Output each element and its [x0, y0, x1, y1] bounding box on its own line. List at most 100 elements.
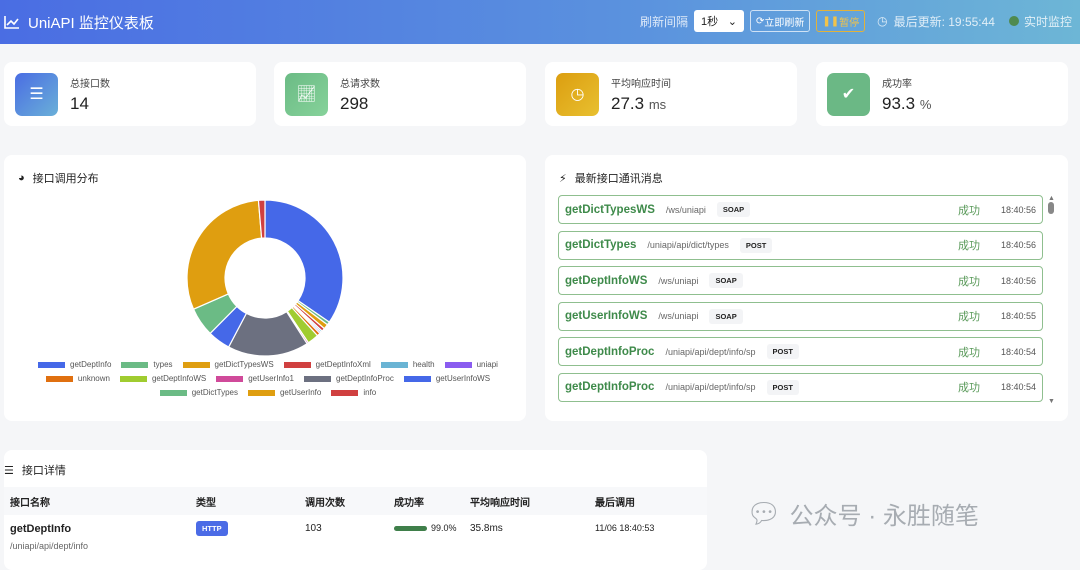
refresh-interval-label: 刷新间隔 [639, 14, 688, 29]
legend-label: getDeptInfo [70, 360, 112, 369]
stat-card-success-rate: ✔ 成功率 93.3 % [816, 62, 1068, 126]
panel-title: 接口详情 [21, 465, 66, 477]
slice-getUserInfo[interactable] [186, 199, 263, 310]
message-api-name: getDictTypes [565, 239, 637, 251]
col-header[interactable]: 调用次数 [299, 487, 388, 515]
message-api-name: getUserInfoWS [565, 310, 648, 322]
message-item[interactable]: getDeptInfoProc/uniapi/api/dept/info/sp P… [558, 372, 1043, 402]
scrollbar[interactable]: ▲ ▼ [1048, 195, 1055, 405]
stat-label: 总请求数 [340, 78, 380, 90]
legend-swatch [331, 389, 359, 396]
stat-unit: % [919, 96, 932, 112]
legend-label: getUserInfo [279, 388, 322, 397]
message-status: 成功 [958, 275, 980, 288]
legend-item[interactable]: getDeptInfoWS [119, 374, 206, 383]
legend-label: health [412, 360, 435, 369]
chart-line-icon: 📈︎ [285, 72, 328, 116]
legend-item[interactable]: types [121, 360, 173, 369]
legend-item[interactable]: getDeptInfoProc [304, 374, 394, 383]
legend-swatch [304, 375, 332, 382]
legend-swatch [119, 375, 147, 382]
stat-label: 平均响应时间 [611, 78, 671, 90]
header: UniAPI 监控仪表板 刷新间隔 1秒 ⌄ ⟳ 立即刷新 ❚❚ 暂停 ◷ 最后更新:… [0, 0, 1080, 44]
legend-item[interactable]: getDeptInfo [38, 360, 111, 369]
message-time: 18:40:56 [1000, 240, 1036, 250]
legend-swatch [182, 361, 210, 368]
legend-label: getDictTypesWS [214, 360, 274, 369]
clock-icon: ◷ [556, 72, 599, 116]
refresh-now-label: 立即刷新 [764, 17, 805, 29]
panel-title: 最新接口通讯消息 [574, 173, 663, 185]
message-api-name: getDeptInfoProc [565, 345, 655, 358]
legend-label: getUserInfoWS [435, 374, 491, 383]
method-badge: SOAP [716, 202, 751, 217]
legend-label: getDictTypes [191, 388, 238, 397]
legend-swatch [38, 361, 66, 368]
pause-icon: ❚❚ [822, 15, 840, 27]
legend-item[interactable]: uniapi [444, 360, 498, 369]
legend-item[interactable]: getDictTypesWS [182, 360, 274, 369]
server-icon: ☰ [15, 72, 58, 116]
legend-item[interactable]: getDictTypes [159, 388, 238, 397]
message-path: /ws/uniapi [665, 204, 706, 215]
message-status: 成功 [958, 204, 980, 217]
legend-item[interactable]: getUserInfoWS [403, 374, 491, 383]
api-path: /uniapi/api/dept/info [10, 541, 89, 551]
message-status: 成功 [958, 346, 980, 359]
refresh-interval-select[interactable]: 1秒 ⌄ [693, 10, 744, 32]
col-header[interactable]: 类型 [190, 487, 299, 515]
message-item[interactable]: getDictTypesWS/ws/uniapi SOAP 成功 18:40:56 [558, 195, 1043, 224]
message-time: 18:40:54 [1000, 346, 1036, 357]
legend-item[interactable]: unknown [45, 374, 110, 383]
details-panel: ☰ 接口详情 接口名称 类型 调用次数 成功率 平均响应时间 最后调用 getDe… [4, 450, 707, 570]
legend-item[interactable]: health [380, 360, 435, 369]
stat-value: 14 [70, 93, 89, 113]
message-item[interactable]: getDeptInfoProc/uniapi/api/dept/info/sp P… [558, 337, 1043, 366]
message-item[interactable]: getUserInfoWS/ws/uniapi SOAP 成功 18:40:55 [558, 301, 1043, 331]
pause-button[interactable]: ❚❚ 暂停 [816, 10, 866, 32]
chevron-down-icon: ⌄ [727, 15, 737, 28]
legend-swatch [380, 361, 408, 368]
pie-chart-icon: ◕ [18, 172, 25, 184]
status-dot-icon [1008, 15, 1019, 26]
method-badge: POST [739, 237, 773, 253]
legend-label: info [363, 388, 377, 397]
col-header[interactable]: 最后调用 [589, 487, 707, 515]
message-api-name: getDeptInfoWS [565, 274, 648, 287]
list-icon: ☰ [4, 464, 14, 477]
stat-value: 93.3 [882, 93, 916, 113]
slice-getDeptInfo[interactable] [264, 199, 344, 323]
wechat-icon: 💬︎ [746, 498, 782, 529]
message-time: 18:40:56 [1000, 275, 1036, 286]
refresh-icon: ⟳ [755, 15, 765, 27]
method-badge: SOAP [709, 308, 743, 324]
legend-label: uniapi [476, 360, 498, 369]
message-item[interactable]: getDeptInfoWS/ws/uniapi SOAP 成功 18:40:56 [558, 266, 1043, 295]
message-status: 成功 [958, 240, 980, 252]
legend-item[interactable]: getDeptInfoXml [283, 360, 371, 369]
stat-label: 成功率 [882, 78, 912, 90]
message-path: /uniapi/api/dept/info/sp [665, 382, 756, 392]
legend-label: unknown [77, 374, 110, 383]
message-time: 18:40:55 [1000, 311, 1036, 321]
type-badge: HTTP [196, 521, 228, 536]
check-circle-icon: ✔ [827, 72, 870, 116]
legend-item[interactable]: getUserInfo [247, 388, 322, 397]
legend-item[interactable]: getUserInfo1 [216, 374, 294, 383]
table-row[interactable]: getDeptInfo/uniapi/api/dept/info HTTP 10… [4, 515, 707, 551]
scrollbar-thumb[interactable] [1048, 202, 1054, 214]
bolt-icon: ⚡︎ [559, 172, 567, 185]
stat-card-total-requests: 📈︎ 总请求数 298 [274, 62, 526, 126]
live-label: 实时监控 [1023, 14, 1072, 29]
message-path: /ws/uniapi [658, 275, 699, 286]
col-header[interactable]: 接口名称 [4, 487, 190, 515]
refresh-now-button[interactable]: ⟳ 立即刷新 [749, 10, 811, 32]
message-item[interactable]: getDictTypes/uniapi/api/dict/types POST 成功… [558, 230, 1043, 260]
col-header[interactable]: 平均响应时间 [464, 487, 589, 515]
legend-label: types [153, 360, 173, 369]
success-rate: 99.0% [431, 523, 457, 533]
message-api-name: getDictTypesWS [565, 203, 655, 216]
legend-item[interactable]: info [331, 388, 376, 397]
col-header[interactable]: 成功率 [388, 487, 464, 515]
message-time: 18:40:54 [1000, 382, 1036, 392]
